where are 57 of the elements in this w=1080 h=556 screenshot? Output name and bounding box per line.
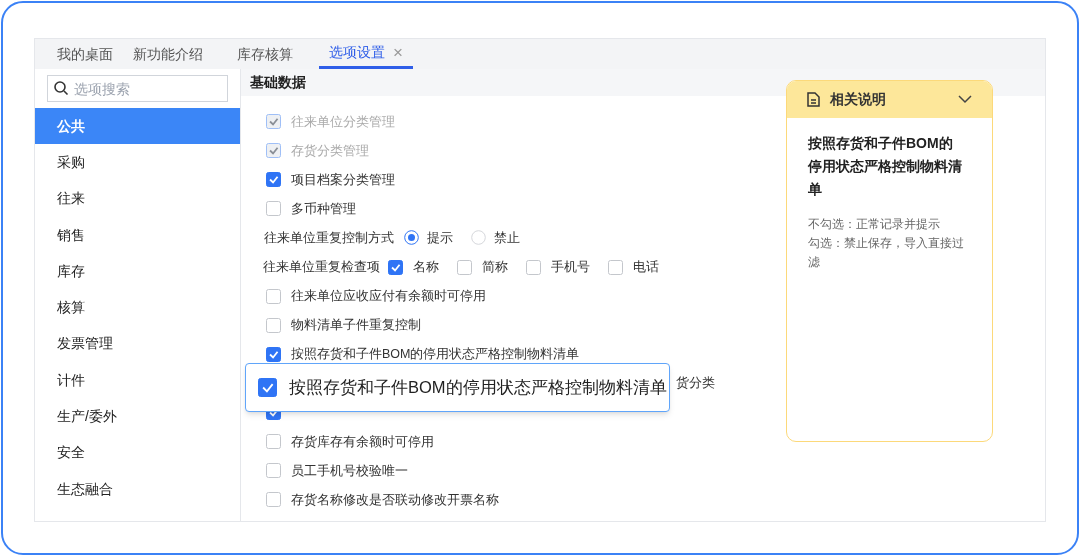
radio-label: 禁止 bbox=[494, 229, 520, 247]
sidebar-item[interactable]: 采购 bbox=[35, 144, 240, 181]
sidebar-item[interactable]: 销售 bbox=[35, 216, 240, 254]
option-label: 往来单位应收应付有余额时可停用 bbox=[291, 289, 486, 304]
checkbox[interactable] bbox=[266, 492, 281, 508]
checkbox-label: 电话 bbox=[633, 258, 659, 276]
checkbox-label: 名称 bbox=[413, 258, 439, 276]
sidebar-item[interactable]: 计件 bbox=[35, 362, 240, 399]
radio-button[interactable] bbox=[404, 230, 419, 246]
document-icon bbox=[807, 92, 820, 107]
checkbox[interactable] bbox=[388, 259, 403, 275]
sidebar-item[interactable]: 公共 bbox=[35, 108, 240, 145]
option-label: 存货库存有余额时可停用 bbox=[291, 434, 434, 449]
checkbox[interactable] bbox=[266, 346, 281, 362]
panel-title: 相关说明 bbox=[830, 90, 887, 109]
sidebar-item[interactable]: 核算 bbox=[35, 289, 240, 326]
checkbox[interactable] bbox=[457, 259, 472, 275]
option-label: 按照存货和子件BOM的停用状态严格控制物料清单 bbox=[291, 347, 580, 362]
checkbox-label: 简称 bbox=[482, 258, 508, 276]
checkbox-label: 手机号 bbox=[551, 258, 590, 276]
tab[interactable]: 库存核算 bbox=[227, 39, 303, 69]
help-text: 勾选：禁止保存，导入直接过滤 bbox=[808, 235, 965, 271]
checkbox[interactable] bbox=[258, 378, 277, 397]
option-label: 项目档案分类管理 bbox=[291, 172, 395, 187]
option-label: 按照存货和子件BOM的停用状态严格控制物料清单 bbox=[289, 377, 667, 399]
sidebar-item[interactable]: 生产/委外 bbox=[35, 398, 240, 435]
checkbox[interactable] bbox=[266, 317, 281, 333]
option-label: 存货分类管理 bbox=[291, 143, 369, 158]
checkbox[interactable] bbox=[266, 463, 281, 479]
search-icon bbox=[53, 80, 69, 96]
help-text: 不勾选：正常记录并提示 bbox=[808, 216, 941, 233]
checkbox[interactable] bbox=[608, 259, 623, 275]
tab[interactable]: 我的桌面 bbox=[47, 39, 123, 69]
option-label: 往来单位分类管理 bbox=[291, 114, 395, 129]
option-label: 存货名称修改是否联动修改开票名称 bbox=[291, 492, 499, 507]
option-label: 货分类 bbox=[676, 375, 715, 392]
sidebar-item[interactable]: 安全 bbox=[35, 434, 240, 471]
checkbox[interactable] bbox=[526, 259, 541, 275]
checkbox[interactable] bbox=[266, 288, 281, 304]
tab[interactable]: 新功能介绍 bbox=[123, 39, 213, 69]
chevron-down-icon[interactable] bbox=[958, 95, 972, 104]
option-label: 物料清单子件重复控制 bbox=[291, 318, 421, 333]
sidebar-item[interactable]: 库存 bbox=[35, 253, 240, 290]
sidebar-item[interactable]: 生态融合 bbox=[35, 470, 240, 508]
option-label: 往来单位重复检查项 bbox=[263, 258, 380, 276]
sidebar-item[interactable]: 往来 bbox=[35, 180, 240, 217]
option-label: 多币种管理 bbox=[291, 201, 356, 216]
checkbox[interactable] bbox=[266, 434, 281, 450]
section-title: 基础数据 bbox=[250, 73, 306, 92]
checkbox[interactable] bbox=[266, 201, 281, 217]
help-heading: 按照存货和子件BOM的停用状态严格控制物料清单 bbox=[808, 134, 963, 199]
checkbox[interactable] bbox=[266, 172, 281, 188]
sidebar-item[interactable]: 发票管理 bbox=[35, 325, 240, 363]
option-label: 往来单位重复控制方式 bbox=[264, 229, 394, 247]
search-field[interactable]: 选项搜索 bbox=[47, 75, 228, 102]
radio-label: 提示 bbox=[427, 229, 453, 247]
option-label: 员工手机号校验唯一 bbox=[291, 463, 408, 478]
